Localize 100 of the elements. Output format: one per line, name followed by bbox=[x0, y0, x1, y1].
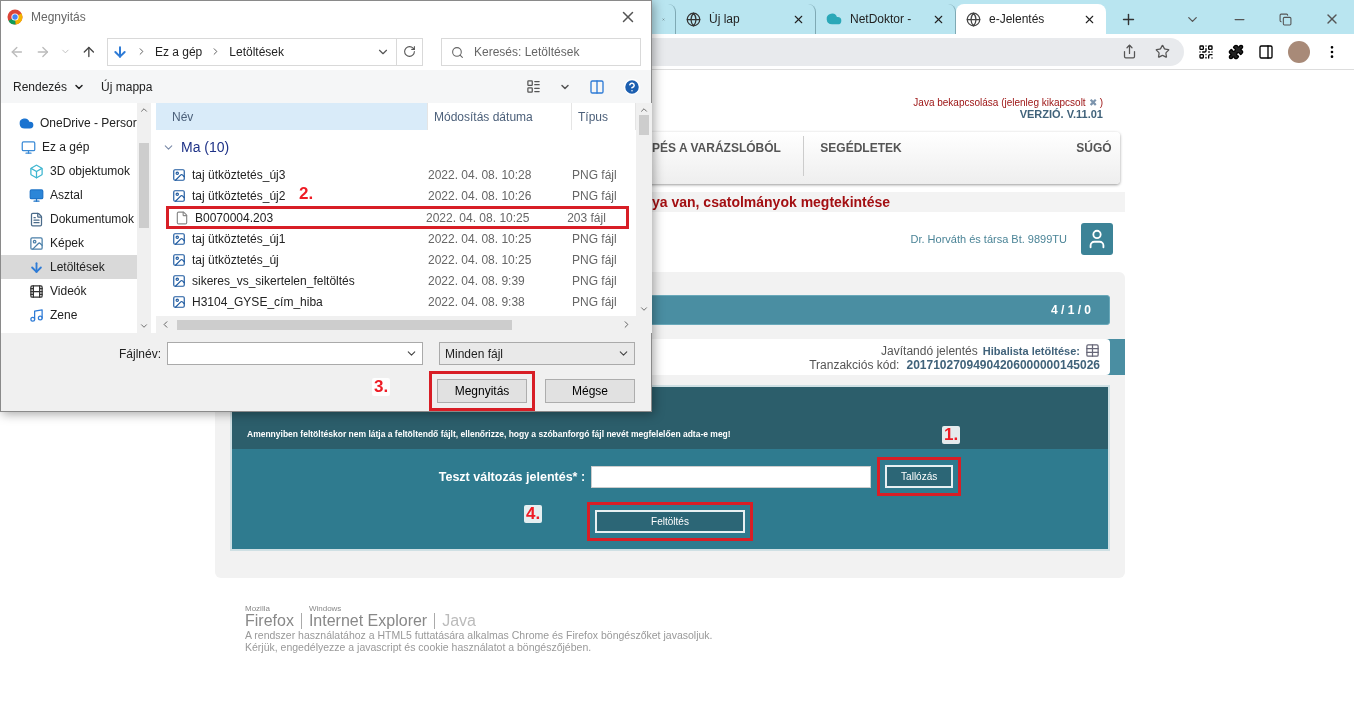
toolbar-button[interactable]: Rendezés bbox=[13, 79, 86, 94]
puzzle-icon[interactable] bbox=[1228, 43, 1244, 60]
scrollbar[interactable] bbox=[136, 103, 151, 333]
paren-text: ) bbox=[1099, 97, 1103, 108]
breadcrumb[interactable]: Ez a gép bbox=[154, 44, 203, 59]
image-file-icon bbox=[172, 231, 186, 246]
date-cell-text: 2022. 04. 08. 10:28 bbox=[428, 167, 533, 182]
search-icon bbox=[451, 45, 464, 59]
address-field[interactable]: Ez a gép Letöltések bbox=[106, 37, 423, 66]
monitor-icon bbox=[29, 187, 44, 203]
image-file-icon bbox=[172, 188, 186, 203]
date-cell-text: 2022. 04. 08. 10:25 bbox=[428, 231, 533, 246]
menu-item[interactable]: PÉS A VARÁZSLÓBÓL bbox=[652, 132, 804, 184]
nav-item[interactable]: Zene bbox=[1, 303, 137, 328]
film-icon bbox=[29, 283, 44, 299]
search-field[interactable]: Keresés: Letöltések bbox=[441, 37, 641, 66]
picture-icon bbox=[29, 235, 44, 251]
file-name[interactable]: taj ütköztetés_új3 bbox=[192, 167, 286, 182]
toolbar-button[interactable]: Új mappa bbox=[101, 79, 153, 94]
cancel-button[interactable]: Mégse bbox=[545, 379, 635, 403]
report-status: Javítandó jelentés bbox=[881, 343, 978, 358]
transaction-label: Tranzakciós kód: bbox=[809, 358, 900, 372]
scroll-thumb[interactable] bbox=[138, 143, 149, 229]
date-cell-text: 2022. 04. 08. 10:25 bbox=[428, 252, 533, 267]
upload-button[interactable]: Feltöltés bbox=[595, 510, 745, 533]
type-cell-text: PNG fájl bbox=[572, 273, 618, 288]
dialog-title: Megnyitás bbox=[31, 9, 87, 24]
help-icon[interactable] bbox=[623, 77, 641, 96]
menu-item[interactable]: SEGÉDLETEK bbox=[804, 132, 1061, 184]
file-name[interactable]: H3104_GYSE_cím_hiba bbox=[192, 294, 323, 309]
user-button[interactable] bbox=[1081, 223, 1113, 255]
browser-logo-icon bbox=[7, 8, 23, 25]
nav-item[interactable]: 3D objektumok bbox=[1, 159, 137, 184]
cloud-icon bbox=[19, 115, 34, 131]
browser-tab[interactable]: Új lap bbox=[676, 4, 816, 34]
image-file-icon bbox=[172, 252, 186, 267]
type-cell-text: PNG fájl bbox=[572, 188, 618, 203]
nav-item[interactable]: Letöltések bbox=[1, 255, 137, 280]
scroll-down-icon[interactable] bbox=[138, 321, 149, 331]
nav-item[interactable]: OneDrive - Persor bbox=[1, 111, 137, 136]
download-icon bbox=[29, 259, 44, 275]
x-icon: ✖ bbox=[1088, 97, 1097, 108]
version-text: VERZIÓ. V.11.01 bbox=[1019, 108, 1103, 120]
browser-logo-text: Internet Explorer bbox=[308, 613, 428, 629]
filename-field[interactable] bbox=[167, 342, 423, 365]
horizontal-scrollbar[interactable] bbox=[156, 316, 652, 333]
browse-button[interactable]: Tallózás bbox=[885, 465, 954, 488]
browser-tab[interactable]: e-Jelentés bbox=[956, 4, 1106, 34]
scrollbar[interactable] bbox=[636, 103, 652, 316]
type-cell-text: PNG fájl bbox=[572, 231, 618, 246]
footer-text: A rendszer használatához a HTML5 futtatására alkalmas Chrome és Firefox böngészőket javasoljuk. bbox=[245, 629, 714, 641]
notice-text: Amennyiben feltöltéskor nem látja a feltöltendő fájlt, ellenőrizze, hogy a szóbanforgó fájl nevét megfelelően adta-e meg! bbox=[247, 429, 731, 439]
share-icon[interactable] bbox=[1122, 44, 1137, 59]
nav-item[interactable]: Asztal bbox=[1, 183, 137, 208]
date-cell-text: 2022. 04. 08. 10:25 bbox=[426, 210, 531, 225]
table-icon[interactable] bbox=[1085, 343, 1100, 358]
breadcrumb[interactable]: Letöltések bbox=[229, 44, 284, 59]
avatar[interactable] bbox=[1288, 40, 1310, 63]
file-name[interactable]: sikeres_vs_sikertelen_feltöltés bbox=[192, 273, 355, 288]
browser-logo-text: Java bbox=[442, 613, 476, 629]
view-icon[interactable] bbox=[526, 79, 541, 95]
file-type-select[interactable]: Minden fájl bbox=[439, 342, 635, 365]
column-header[interactable]: Név bbox=[156, 103, 428, 131]
nav-item[interactable]: Dokumentumok bbox=[1, 207, 137, 232]
callout-number: 1. bbox=[942, 426, 961, 444]
file-icon bbox=[175, 210, 189, 225]
restore-icon[interactable] bbox=[1279, 12, 1292, 26]
menu-item[interactable]: SÚGÓ bbox=[1060, 132, 1120, 184]
field-label: Fájlnév: bbox=[118, 346, 161, 361]
transaction-code: 20171027094904206000000145026 bbox=[906, 358, 1100, 372]
file-name[interactable]: taj ütköztetés_új2 bbox=[192, 188, 286, 203]
nav-item[interactable]: Ez a gép bbox=[1, 135, 137, 160]
scroll-thumb[interactable] bbox=[177, 319, 512, 330]
date-cell-text: 2022. 04. 08. 9:39 bbox=[428, 273, 526, 288]
open-button[interactable]: Megnyitás bbox=[437, 379, 527, 403]
qr-code-icon[interactable] bbox=[1198, 43, 1214, 60]
nav-item[interactable]: Videók bbox=[1, 279, 137, 304]
preview-pane-icon[interactable] bbox=[589, 78, 605, 95]
type-cell-text: PNG fájl bbox=[572, 294, 618, 309]
nav-item[interactable]: Képek bbox=[1, 231, 137, 256]
side-panel-icon[interactable] bbox=[1258, 43, 1274, 60]
file-name[interactable]: B0070004.203 bbox=[195, 210, 274, 225]
file-name[interactable]: taj ütköztetés_új1 bbox=[192, 231, 286, 246]
file-field[interactable] bbox=[591, 465, 872, 488]
java-notice[interactable]: Java bekapcsolása (jelenleg kikapcsolt bbox=[913, 97, 1086, 108]
company-name: Dr. Horváth és társa Bt. 9899TU bbox=[910, 233, 1067, 245]
star-icon[interactable] bbox=[1155, 44, 1170, 59]
scroll-thumb[interactable] bbox=[639, 115, 649, 136]
error-list-label: Hibalista letöltése: bbox=[982, 344, 1080, 357]
type-cell-text: 203 fájl bbox=[567, 210, 607, 225]
file-name[interactable]: taj ütköztetés_új bbox=[192, 252, 279, 267]
monitor-icon bbox=[21, 139, 36, 155]
refresh-icon[interactable] bbox=[403, 45, 416, 59]
cube-icon bbox=[29, 163, 44, 179]
browser-logo-text: Firefox bbox=[245, 613, 294, 629]
group-header[interactable]: Ma (10) bbox=[181, 139, 230, 156]
scroll-down-icon[interactable] bbox=[639, 304, 649, 314]
image-file-icon bbox=[172, 167, 186, 182]
image-file-icon bbox=[172, 273, 186, 288]
type-cell-text: PNG fájl bbox=[572, 252, 618, 267]
